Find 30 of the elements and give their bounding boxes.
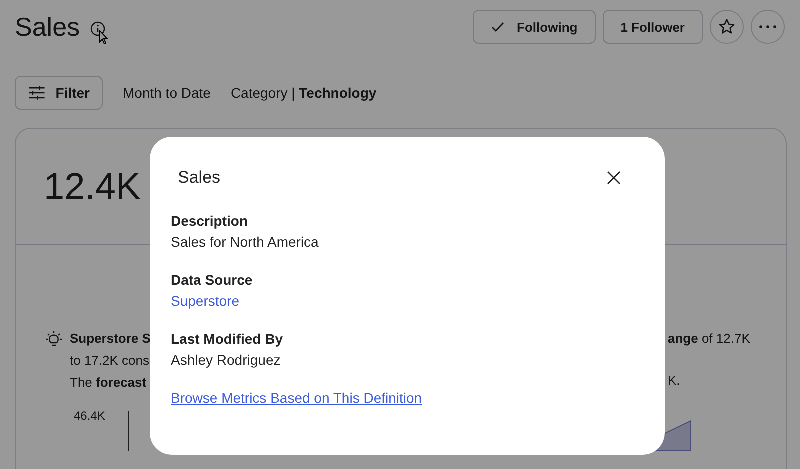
- filter-button[interactable]: Filter: [15, 76, 103, 110]
- cursor-icon: [99, 30, 110, 44]
- category-filter[interactable]: Category | Technology: [230, 85, 377, 101]
- period-filter[interactable]: Month to Date: [123, 85, 211, 101]
- insight-text: K.: [668, 373, 680, 389]
- field-label: Last Modified By: [171, 331, 284, 347]
- checkmark-icon: [491, 21, 506, 33]
- field-value: Sales for North America: [171, 234, 319, 250]
- data-source-link[interactable]: Superstore: [171, 293, 240, 309]
- sliders-icon: [28, 86, 46, 100]
- info-icon[interactable]: [90, 21, 106, 37]
- insight-text: ange of 12.7K: [668, 331, 750, 347]
- axis-label: 46.4K: [74, 409, 106, 423]
- insight-text: to 17.2K cons: [70, 353, 150, 369]
- field-label: Description: [171, 213, 248, 229]
- lightbulb-icon: [45, 331, 63, 349]
- insight-text: The forecast: [70, 375, 147, 391]
- close-icon: [607, 171, 621, 185]
- dialog-title: Sales: [178, 168, 221, 188]
- insight-text: Superstore S: [70, 331, 151, 347]
- star-button[interactable]: [710, 10, 744, 44]
- metric-value: 12.4K: [44, 166, 141, 208]
- more-icon: [759, 25, 777, 29]
- star-icon: [718, 18, 736, 36]
- page-title: Sales: [15, 12, 80, 42]
- field-label: Data Source: [171, 272, 253, 288]
- field-value: Ashley Rodriguez: [171, 352, 281, 368]
- following-button[interactable]: Following: [473, 10, 596, 44]
- followers-button[interactable]: 1 Follower: [602, 10, 703, 44]
- browse-metrics-link[interactable]: Browse Metrics Based on This Definition: [171, 390, 422, 406]
